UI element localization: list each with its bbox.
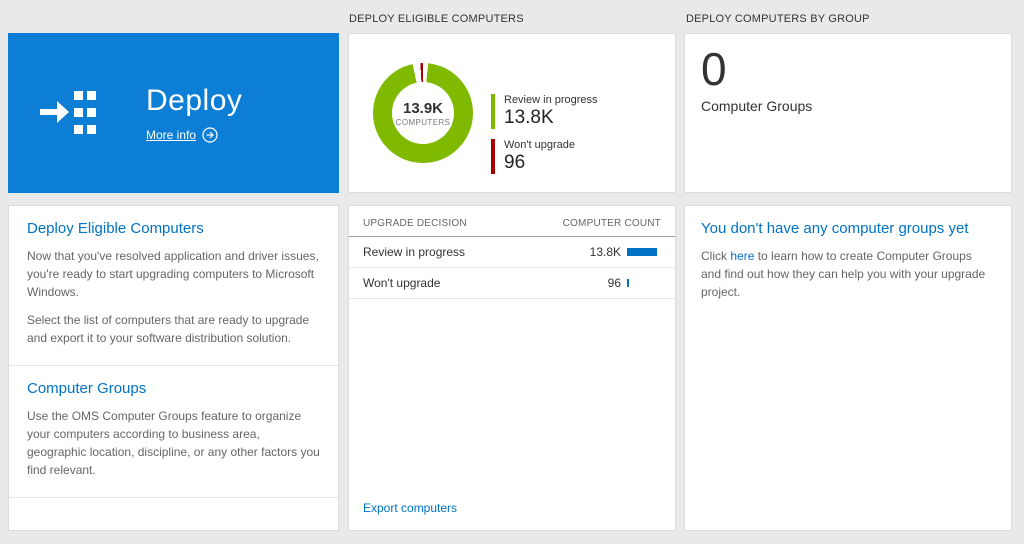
legend-value: 13.8K bbox=[504, 107, 598, 129]
more-info-label: More info bbox=[146, 128, 196, 142]
deploy-info-panel: Deploy Eligible Computers Now that you'v… bbox=[8, 205, 339, 531]
row-label: Won't upgrade bbox=[363, 276, 575, 290]
section-header-deploy-computers-by-group: DEPLOY COMPUTERS BY GROUP bbox=[686, 13, 870, 25]
donut-legend: Review in progress 13.8K Won't upgrade 9… bbox=[491, 94, 598, 184]
legend-item-review-in-progress: Review in progress 13.8K bbox=[491, 94, 598, 129]
donut-center: 13.9K COMPUTERS bbox=[392, 82, 454, 144]
computer-groups-count-card[interactable]: 0 Computer Groups bbox=[684, 33, 1012, 193]
here-link[interactable]: here bbox=[730, 249, 754, 263]
deploy-eligible-paragraph-2: Select the list of computers that are re… bbox=[27, 311, 320, 347]
row-label: Review in progress bbox=[363, 245, 575, 259]
eligible-computers-chart-card[interactable]: 13.9K COMPUTERS Review in progress 13.8K… bbox=[348, 33, 676, 193]
computer-groups-paragraph: Use the OMS Computer Groups feature to o… bbox=[27, 407, 320, 479]
legend-label: Review in progress bbox=[504, 94, 598, 106]
deploy-icon bbox=[38, 87, 100, 139]
computer-groups-count: 0 bbox=[701, 42, 995, 96]
computer-groups-heading: Computer Groups bbox=[27, 380, 320, 397]
export-computers-link[interactable]: Export computers bbox=[363, 501, 457, 515]
upgrade-readiness-deploy-dashboard: DEPLOY ELIGIBLE COMPUTERS DEPLOY COMPUTE… bbox=[0, 0, 1024, 544]
deploy-eligible-paragraph-1: Now that you've resolved application and… bbox=[27, 247, 320, 301]
computer-groups-count-label: Computer Groups bbox=[701, 98, 995, 114]
legend-item-wont-upgrade: Won't upgrade 96 bbox=[491, 139, 598, 174]
legend-value: 96 bbox=[504, 152, 598, 174]
more-info-link[interactable]: More info bbox=[146, 127, 242, 143]
computer-groups-empty-panel: You don't have any computer groups yet C… bbox=[684, 205, 1012, 531]
row-bar bbox=[627, 248, 661, 256]
table-row-wont-upgrade[interactable]: Won't upgrade 96 bbox=[349, 268, 675, 299]
no-computer-groups-heading: You don't have any computer groups yet bbox=[701, 220, 995, 237]
column-header-computer-count: COMPUTER COUNT bbox=[563, 218, 661, 229]
donut-total-label: COMPUTERS bbox=[396, 118, 451, 127]
row-value: 96 bbox=[575, 276, 621, 290]
table-row-review-in-progress[interactable]: Review in progress 13.8K bbox=[349, 237, 675, 268]
deploy-tile-title: Deploy bbox=[146, 84, 242, 118]
section-deploy-eligible-computers: Deploy Eligible Computers Now that you'v… bbox=[9, 206, 338, 366]
table-header-row: UPGRADE DECISION COMPUTER COUNT bbox=[349, 206, 675, 237]
no-computer-groups-text: Click here to learn how to create Comput… bbox=[701, 247, 995, 301]
donut-total-value: 13.9K bbox=[403, 100, 443, 117]
computers-donut-chart: 13.9K COMPUTERS bbox=[373, 63, 473, 163]
row-bar bbox=[627, 279, 661, 287]
legend-label: Won't upgrade bbox=[504, 139, 598, 151]
deploy-eligible-computers-heading: Deploy Eligible Computers bbox=[27, 220, 320, 237]
section-computer-groups: Computer Groups Use the OMS Computer Gro… bbox=[9, 366, 338, 498]
deploy-tile[interactable]: Deploy More info bbox=[8, 33, 339, 193]
upgrade-decision-table-card: UPGRADE DECISION COMPUTER COUNT Review i… bbox=[348, 205, 676, 531]
deploy-tile-body: Deploy More info bbox=[146, 84, 242, 143]
section-header-deploy-eligible-computers: DEPLOY ELIGIBLE COMPUTERS bbox=[349, 13, 524, 25]
column-header-upgrade-decision: UPGRADE DECISION bbox=[363, 218, 467, 229]
row-value: 13.8K bbox=[575, 245, 621, 259]
arrow-right-circle-icon bbox=[202, 127, 218, 143]
text-before-link: Click bbox=[701, 249, 730, 263]
